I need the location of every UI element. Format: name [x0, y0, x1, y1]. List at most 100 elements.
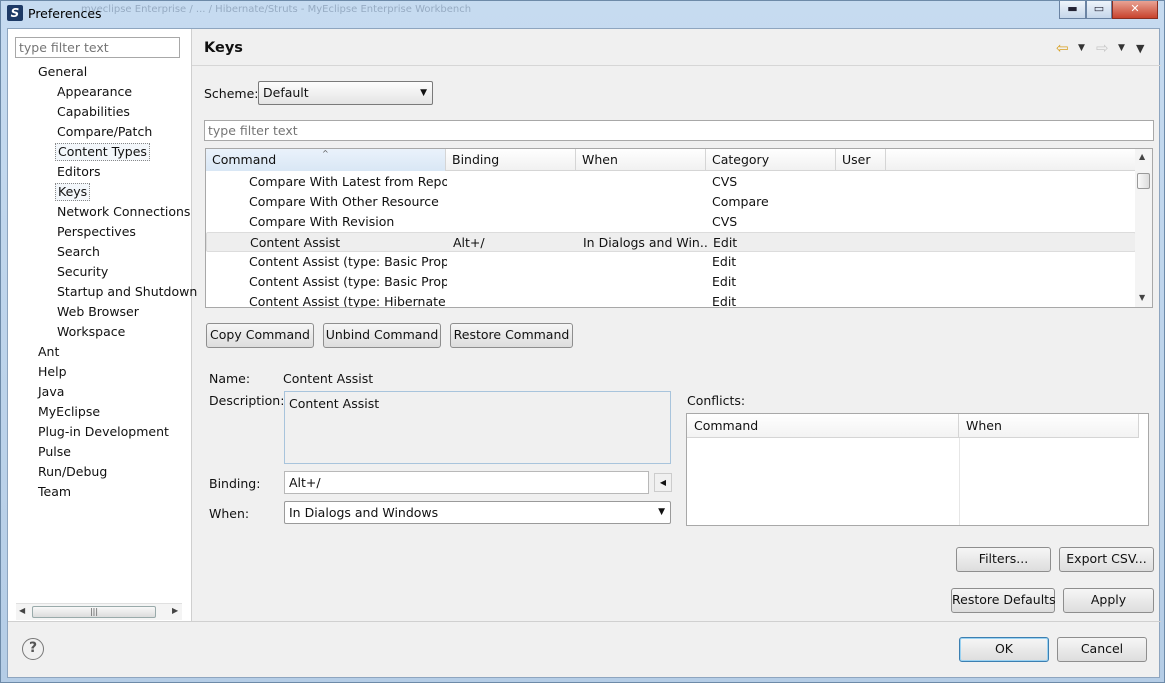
tree-item-network-connections[interactable]: Network Connections	[55, 203, 192, 221]
unbind-command-button[interactable]: Unbind Command	[323, 323, 441, 348]
tree-item-pulse[interactable]: Pulse	[36, 443, 73, 461]
tree-item-help[interactable]: Help	[36, 363, 69, 381]
apply-button[interactable]: Apply	[1063, 588, 1154, 613]
column-header-category[interactable]: Category	[706, 149, 836, 171]
scrollbar-thumb[interactable]	[1137, 173, 1150, 189]
restore-command-button[interactable]: Restore Command	[450, 323, 573, 348]
tree-item-java[interactable]: Java	[36, 383, 66, 401]
table-row[interactable]: Content Assist Alt+/ In Dialogs and Win...…	[206, 232, 1136, 252]
tree-item-startup-and-shutdown[interactable]: Startup and Shutdown	[55, 283, 199, 301]
cell-category: CVS	[712, 174, 738, 189]
preferences-window: S Preferences myeclipse Enterprise / ...…	[0, 0, 1165, 683]
tree-item-keys[interactable]: Keys	[55, 183, 91, 201]
tree-item-compare-patch[interactable]: Compare/Patch	[55, 123, 154, 141]
tree-item-team[interactable]: Team	[36, 483, 73, 501]
cell-category: CVS	[712, 214, 738, 229]
binding-value: Alt+/	[289, 475, 321, 490]
title-bar[interactable]: S Preferences myeclipse Enterprise / ...…	[1, 1, 1164, 27]
table-row[interactable]: Content Assist (type: Basic Propos Edit	[206, 252, 1136, 272]
tree-item-web-browser[interactable]: Web Browser	[55, 303, 141, 321]
filters-button[interactable]: Filters...	[956, 547, 1051, 572]
back-arrow-icon[interactable]: ⇦	[1056, 39, 1069, 57]
tree-item-capabilities[interactable]: Capabilities	[55, 103, 132, 121]
table-row[interactable]: Compare With Latest from Reposi CVS	[206, 172, 1136, 192]
column-header-command[interactable]: Command ^	[206, 149, 446, 171]
cell-command: Compare With Latest from Reposi	[249, 174, 447, 189]
preference-tree-pane: General Appearance Capabilities Compare/Pat…	[8, 29, 197, 621]
chevron-down-icon: ▼	[420, 88, 427, 98]
binding-input[interactable]: Alt+/	[284, 471, 649, 494]
description-label: Description:	[209, 393, 285, 408]
tree-item-myeclipse[interactable]: MyEclipse	[36, 403, 102, 421]
close-button[interactable]: ✕	[1112, 1, 1158, 19]
myeclipse-app-icon: S	[7, 5, 23, 21]
tree-item-security[interactable]: Security	[55, 263, 110, 281]
view-menu-icon[interactable]: ▼	[1136, 42, 1144, 55]
cell-category: Edit	[712, 294, 737, 308]
maximize-button[interactable]: ▭	[1086, 1, 1112, 19]
background-window-title: myeclipse Enterprise / ... / Hibernate/S…	[81, 4, 472, 15]
header-divider	[192, 65, 1161, 66]
dialog-client-area: General Appearance Capabilities Compare/Pat…	[7, 28, 1161, 678]
when-value: In Dialogs and Windows	[289, 505, 439, 520]
cell-category: Edit	[713, 235, 738, 250]
restore-defaults-button[interactable]: Restore Defaults	[951, 588, 1056, 613]
keys-table: Command ^ Binding When Category User Com…	[205, 148, 1153, 308]
tree-filter-input[interactable]	[15, 37, 180, 58]
minimize-button[interactable]: ▬	[1059, 1, 1086, 19]
tree-item-ant[interactable]: Ant	[36, 343, 61, 361]
table-row[interactable]: Compare With Revision CVS	[206, 212, 1136, 232]
cell-command: Content Assist	[250, 235, 341, 250]
tree-item-editors[interactable]: Editors	[55, 163, 103, 181]
scheme-label: Scheme:	[204, 86, 259, 101]
page-title: Keys	[204, 40, 243, 56]
column-header-user[interactable]: User	[836, 149, 886, 171]
tree-item-plug-in-development[interactable]: Plug-in Development	[36, 423, 171, 441]
help-icon[interactable]: ?	[22, 638, 44, 660]
scheme-select[interactable]: Default ▼	[258, 81, 433, 105]
description-value: Content Assist	[289, 396, 380, 411]
table-vertical-scrollbar[interactable]: ▲ ▼	[1135, 149, 1152, 307]
back-dropdown-icon[interactable]: ▼	[1078, 43, 1085, 53]
column-header-when[interactable]: When	[576, 149, 706, 171]
ok-button[interactable]: OK	[959, 637, 1049, 662]
scroll-left-icon[interactable]: ◀	[19, 606, 25, 615]
scroll-right-icon[interactable]: ▶	[172, 606, 178, 615]
keys-filter-input[interactable]	[204, 120, 1154, 141]
table-row[interactable]: Compare With Other Resource Compare	[206, 192, 1136, 212]
tree-item-run-debug[interactable]: Run/Debug	[36, 463, 109, 481]
cell-command: Content Assist (type: Hibernate pr	[249, 294, 447, 308]
export-csv-button[interactable]: Export CSV...	[1059, 547, 1154, 572]
scroll-down-icon[interactable]: ▼	[1139, 293, 1145, 302]
tree-item-appearance[interactable]: Appearance	[55, 83, 134, 101]
tree-item-search[interactable]: Search	[55, 243, 102, 261]
table-row[interactable]: Content Assist (type: Basic Propos Edit	[206, 272, 1136, 292]
cell-category: Compare	[712, 194, 769, 209]
tree-item-content-types[interactable]: Content Types	[55, 143, 150, 161]
column-header-label: Command	[212, 152, 277, 167]
cell-command: Compare With Revision	[249, 214, 395, 229]
table-header: Command ^ Binding When Category User	[206, 149, 1136, 171]
column-divider	[959, 438, 960, 525]
tree-horizontal-scrollbar[interactable]: ◀ ||| ▶	[16, 603, 182, 620]
when-label: When:	[209, 506, 250, 521]
scroll-up-icon[interactable]: ▲	[1139, 152, 1145, 161]
cell-when: In Dialogs and Win...	[583, 235, 709, 250]
cell-category: Edit	[712, 254, 737, 269]
forward-arrow-icon[interactable]: ⇨	[1096, 39, 1109, 57]
tree-item-workspace[interactable]: Workspace	[55, 323, 127, 341]
tree-item-general[interactable]: General	[36, 63, 89, 81]
copy-command-button[interactable]: Copy Command	[206, 323, 314, 348]
column-header-binding[interactable]: Binding	[446, 149, 576, 171]
cancel-button[interactable]: Cancel	[1057, 637, 1147, 662]
conflicts-column-when[interactable]: When	[959, 414, 1139, 438]
binding-menu-button[interactable]: ◀	[654, 473, 672, 492]
table-row[interactable]: Content Assist (type: Hibernate pr Edit	[206, 292, 1136, 308]
forward-dropdown-icon[interactable]: ▼	[1118, 43, 1125, 53]
when-select[interactable]: In Dialogs and Windows ▼	[284, 501, 671, 524]
tree-item-perspectives[interactable]: Perspectives	[55, 223, 138, 241]
name-label: Name:	[209, 371, 251, 386]
conflicts-column-command[interactable]: Command	[687, 414, 959, 438]
description-field[interactable]: Content Assist	[284, 391, 671, 464]
scrollbar-thumb[interactable]: |||	[32, 606, 156, 618]
